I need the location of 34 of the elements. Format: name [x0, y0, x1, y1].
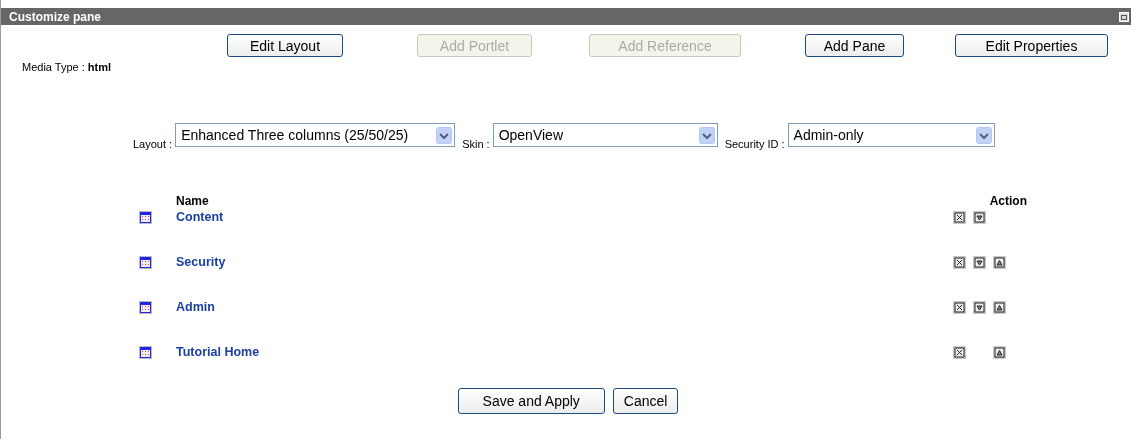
- delete-icon[interactable]: [953, 345, 966, 359]
- window-title: Customize pane: [9, 9, 101, 24]
- window-icon: [139, 255, 152, 269]
- move-up-icon[interactable]: [993, 345, 1006, 359]
- delete-icon[interactable]: [953, 255, 966, 269]
- select-label: Security ID :: [724, 138, 785, 150]
- window-icon: [139, 300, 152, 314]
- media-type-label: Media Type : html: [21, 60, 113, 73]
- window-icon: [139, 210, 152, 224]
- select-label: Layout :: [133, 138, 173, 150]
- dropdown-field[interactable]: Enhanced Three columns (25/50/25): [175, 123, 456, 147]
- toolbar-button[interactable]: Edit Layout: [227, 34, 343, 57]
- pane-link[interactable]: Tutorial Home: [176, 345, 260, 359]
- dropdown-field[interactable]: OpenView: [492, 123, 718, 147]
- form-button[interactable]: Cancel: [612, 388, 679, 414]
- dropdown-field[interactable]: Admin-only: [787, 123, 995, 147]
- select-label: Skin :: [462, 138, 490, 150]
- pane-link[interactable]: Admin: [176, 300, 215, 314]
- move-up-icon[interactable]: [993, 255, 1006, 269]
- toolbar-button[interactable]: Edit Properties: [955, 34, 1108, 57]
- move-up-icon[interactable]: [993, 300, 1006, 314]
- pane-link[interactable]: Security: [176, 255, 226, 269]
- move-down-icon[interactable]: [973, 210, 986, 224]
- toolbar-button[interactable]: Add Pane: [805, 34, 904, 57]
- column-header: Name: [176, 194, 209, 208]
- delete-icon[interactable]: [953, 210, 966, 224]
- delete-icon[interactable]: [953, 300, 966, 314]
- move-down-icon[interactable]: [973, 300, 986, 314]
- form-button[interactable]: Save and Apply: [457, 388, 605, 414]
- pane-link[interactable]: Content: [176, 210, 224, 224]
- window-icon: [139, 345, 152, 359]
- column-header: Action: [989, 194, 1027, 208]
- move-down-icon[interactable]: [973, 255, 986, 269]
- window-restore-icon[interactable]: [1119, 11, 1129, 22]
